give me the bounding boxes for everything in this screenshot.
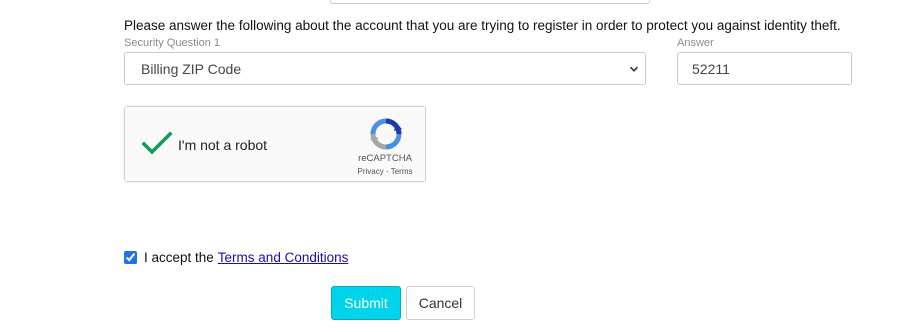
previous-field-edge [330, 0, 650, 4]
recaptcha-brand: reCAPTCHA [358, 153, 412, 164]
accept-terms-prefix: I accept the [144, 249, 214, 265]
terms-acceptance-row: I accept the Terms and Conditions [124, 248, 348, 266]
chevron-down-icon [629, 66, 639, 72]
accept-terms-checkbox[interactable] [124, 250, 137, 264]
recaptcha-widget: I'm not a robot reCAPTCHA Privacy - Term… [124, 106, 426, 182]
recaptcha-privacy-link[interactable]: Privacy [358, 167, 384, 176]
not-a-robot-label: I'm not a robot [178, 137, 268, 153]
security-question-label: Security Question 1 [124, 37, 220, 49]
checkmark-icon[interactable] [141, 131, 173, 157]
cancel-button[interactable]: Cancel [406, 286, 475, 320]
answer-label: Answer [677, 37, 714, 49]
terms-and-conditions-link[interactable]: Terms and Conditions [218, 250, 349, 265]
submit-button[interactable]: Submit [331, 286, 401, 320]
security-question-select[interactable]: Billing ZIP Code [124, 52, 646, 85]
answer-input[interactable] [677, 52, 852, 85]
security-question-value: Billing ZIP Code [141, 61, 242, 77]
recaptcha-links: Privacy - Terms [350, 167, 420, 176]
recaptcha-logo-icon [370, 118, 402, 150]
recaptcha-link-separator: - [383, 167, 391, 176]
recaptcha-terms-link[interactable]: Terms [391, 167, 413, 176]
identity-instructions: Please answer the following about the ac… [124, 18, 841, 33]
